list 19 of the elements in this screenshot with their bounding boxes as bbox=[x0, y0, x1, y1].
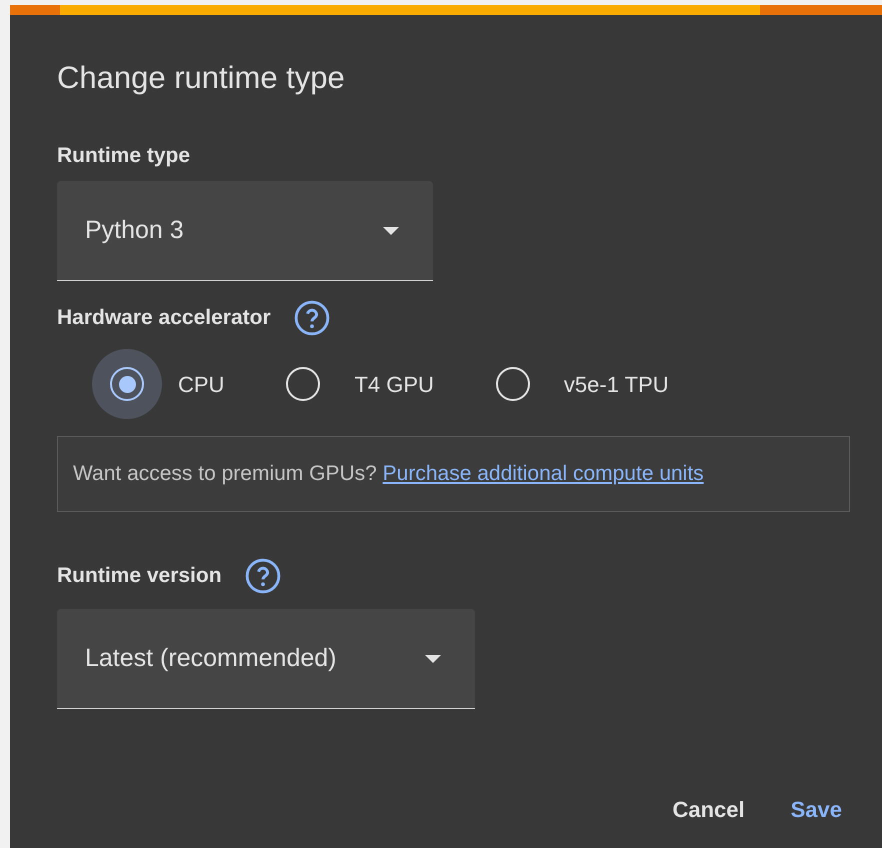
dropdown-select[interactable]: Python 3 bbox=[57, 181, 433, 281]
cancel-button[interactable]: Cancel bbox=[664, 787, 753, 832]
radio-option[interactable]: T4 GPU bbox=[268, 349, 434, 419]
dropdown-caret-icon bbox=[425, 654, 441, 662]
radio-option[interactable]: v5e-1 TPU bbox=[478, 349, 669, 419]
save-button[interactable]: Save bbox=[782, 787, 850, 832]
radio-button[interactable] bbox=[110, 367, 144, 401]
help-icon[interactable] bbox=[244, 557, 282, 595]
radio-button[interactable] bbox=[286, 367, 320, 401]
help-icon[interactable] bbox=[292, 299, 331, 337]
field-label: Runtime type bbox=[57, 142, 192, 168]
dialog-title: Change runtime type bbox=[57, 59, 346, 97]
dropdown-caret-icon bbox=[383, 226, 399, 234]
field-label: Runtime version bbox=[57, 563, 222, 590]
dropdown-select[interactable]: Latest (recommended) bbox=[57, 609, 475, 709]
purchase-link[interactable]: Purchase additional compute units bbox=[382, 462, 704, 486]
notice-text: Want access to premium GPUs? Purchase additional compute units bbox=[73, 461, 704, 488]
radio-button[interactable] bbox=[496, 367, 530, 401]
field-label: Hardware accelerator bbox=[57, 305, 271, 332]
